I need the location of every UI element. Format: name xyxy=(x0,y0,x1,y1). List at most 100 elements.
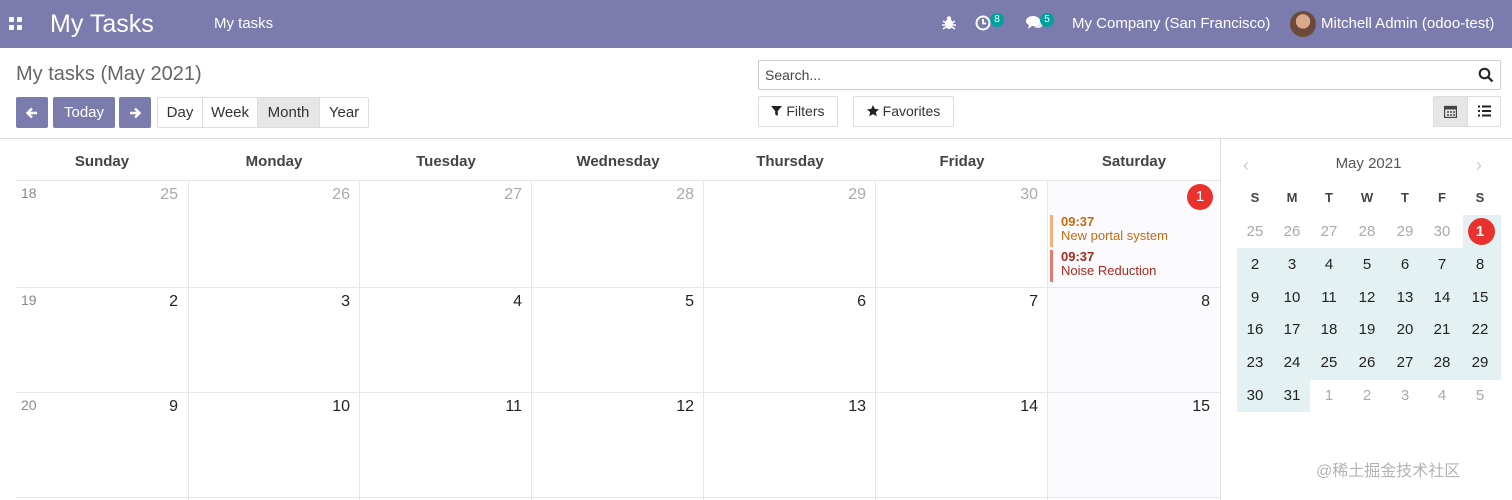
calendar-view-button[interactable] xyxy=(1433,96,1468,127)
activity-clock-icon[interactable] xyxy=(975,15,991,33)
day-number[interactable]: 11 xyxy=(492,397,522,417)
mini-day[interactable]: 3 xyxy=(1387,386,1423,406)
day-number[interactable]: 28 xyxy=(664,185,694,205)
day-number[interactable]: 12 xyxy=(664,397,694,417)
day-number[interactable]: 30 xyxy=(1008,185,1038,205)
day-number[interactable]: 10 xyxy=(320,397,350,417)
mini-prev-chevron-icon[interactable]: ‹ xyxy=(1243,156,1249,174)
mini-day[interactable]: 14 xyxy=(1424,288,1460,308)
calendar-event[interactable]: 09:37 New portal system xyxy=(1050,215,1210,247)
day-number[interactable]: 25 xyxy=(148,185,178,205)
day-number[interactable]: 26 xyxy=(320,185,350,205)
mini-day[interactable]: 29 xyxy=(1387,222,1423,242)
mini-day[interactable]: 26 xyxy=(1349,353,1385,373)
day-number[interactable]: 7 xyxy=(1008,292,1038,312)
scale-month-button[interactable]: Month xyxy=(257,97,320,128)
mini-day[interactable]: 23 xyxy=(1237,353,1273,373)
mini-day[interactable]: 19 xyxy=(1349,320,1385,340)
day-number[interactable]: 13 xyxy=(836,397,866,417)
mini-day[interactable]: 24 xyxy=(1274,353,1310,373)
day-number[interactable]: 29 xyxy=(836,185,866,205)
mini-day[interactable]: 16 xyxy=(1237,320,1273,340)
debug-bug-icon[interactable] xyxy=(942,15,956,33)
mini-day[interactable]: 8 xyxy=(1462,255,1498,275)
list-view-button[interactable] xyxy=(1467,96,1501,127)
app-title[interactable]: My Tasks xyxy=(50,9,154,39)
company-switcher[interactable]: My Company (San Francisco) xyxy=(1072,15,1270,33)
mini-day[interactable]: 17 xyxy=(1274,320,1310,340)
mini-day[interactable]: 27 xyxy=(1387,353,1423,373)
mini-day[interactable]: 22 xyxy=(1462,320,1498,340)
apps-menu-icon[interactable] xyxy=(9,17,23,31)
day-number[interactable]: 4 xyxy=(492,292,522,312)
mini-day[interactable]: 30 xyxy=(1237,386,1273,406)
mini-day[interactable]: 13 xyxy=(1387,288,1423,308)
day-number[interactable]: 2 xyxy=(148,292,178,312)
week-number: 20 xyxy=(21,397,37,413)
mini-day[interactable]: 2 xyxy=(1349,386,1385,406)
day-number[interactable]: 27 xyxy=(492,185,522,205)
event-title: Noise Reduction xyxy=(1061,263,1157,278)
mini-day[interactable]: 20 xyxy=(1387,320,1423,340)
mini-day[interactable]: 30 xyxy=(1424,222,1460,242)
page-title: My tasks (May 2021) xyxy=(16,63,202,85)
mini-day[interactable]: 18 xyxy=(1311,320,1347,340)
mini-day[interactable]: 1 xyxy=(1311,386,1347,406)
weekday-header: Wednesday xyxy=(576,153,660,170)
day-number[interactable]: 14 xyxy=(1008,397,1038,417)
filters-button[interactable]: Filters xyxy=(758,96,838,127)
mini-weekday-label: T xyxy=(1325,190,1333,205)
today-button[interactable]: Today xyxy=(53,97,115,128)
mini-day[interactable]: 4 xyxy=(1424,386,1460,406)
weekday-header: Thursday xyxy=(756,153,824,170)
mini-next-chevron-icon[interactable]: › xyxy=(1476,156,1482,174)
user-avatar[interactable] xyxy=(1290,11,1316,37)
day-number[interactable]: 5 xyxy=(664,292,694,312)
next-button[interactable] xyxy=(119,97,151,128)
month-calendar: Sunday Monday Tuesday Wednesday Thursday… xyxy=(0,138,1220,500)
mini-weekday-label: T xyxy=(1401,190,1409,205)
calendar-event[interactable]: 09:37 Noise Reduction xyxy=(1050,250,1210,282)
favorites-button[interactable]: Favorites xyxy=(853,96,954,127)
mini-day[interactable]: 1 xyxy=(1462,222,1498,242)
weekday-header: Monday xyxy=(245,153,303,170)
day-number[interactable]: 3 xyxy=(320,292,350,312)
menu-item-my-tasks[interactable]: My tasks xyxy=(214,15,273,33)
mini-weekday-label: S xyxy=(1250,190,1260,205)
day-number[interactable]: 15 xyxy=(1180,397,1210,417)
mini-day[interactable]: 25 xyxy=(1237,222,1273,242)
mini-day[interactable]: 28 xyxy=(1424,353,1460,373)
mini-day[interactable]: 15 xyxy=(1462,288,1498,308)
day-number[interactable]: 8 xyxy=(1180,292,1210,312)
scale-day-button[interactable]: Day xyxy=(157,97,203,128)
mini-day[interactable]: 7 xyxy=(1424,255,1460,275)
day-number[interactable]: 9 xyxy=(148,397,178,417)
mini-day[interactable]: 11 xyxy=(1311,288,1347,308)
today-day-number[interactable]: 1 xyxy=(1187,184,1213,210)
mini-weekday-label: W xyxy=(1360,190,1374,205)
search-icon[interactable] xyxy=(1478,67,1494,83)
previous-button[interactable] xyxy=(16,97,48,128)
mini-day[interactable]: 4 xyxy=(1311,255,1347,275)
mini-day[interactable]: 5 xyxy=(1349,255,1385,275)
mini-day[interactable]: 6 xyxy=(1387,255,1423,275)
mini-day[interactable]: 2 xyxy=(1237,255,1273,275)
day-number[interactable]: 6 xyxy=(836,292,866,312)
user-menu[interactable]: Mitchell Admin (odoo-test) xyxy=(1321,15,1494,33)
mini-day[interactable]: 25 xyxy=(1311,353,1347,373)
mini-day[interactable]: 12 xyxy=(1349,288,1385,308)
search-input[interactable] xyxy=(763,61,1463,89)
mini-day[interactable]: 10 xyxy=(1274,288,1310,308)
mini-day[interactable]: 28 xyxy=(1349,222,1385,242)
favorites-label: Favorites xyxy=(882,103,941,119)
mini-day[interactable]: 21 xyxy=(1424,320,1460,340)
scale-week-button[interactable]: Week xyxy=(202,97,258,128)
mini-day[interactable]: 27 xyxy=(1311,222,1347,242)
mini-day[interactable]: 31 xyxy=(1274,386,1310,406)
mini-day[interactable]: 5 xyxy=(1462,386,1498,406)
mini-day[interactable]: 29 xyxy=(1462,353,1498,373)
scale-year-button[interactable]: Year xyxy=(319,97,369,128)
mini-day[interactable]: 9 xyxy=(1237,288,1273,308)
mini-day[interactable]: 26 xyxy=(1274,222,1310,242)
mini-day[interactable]: 3 xyxy=(1274,255,1310,275)
